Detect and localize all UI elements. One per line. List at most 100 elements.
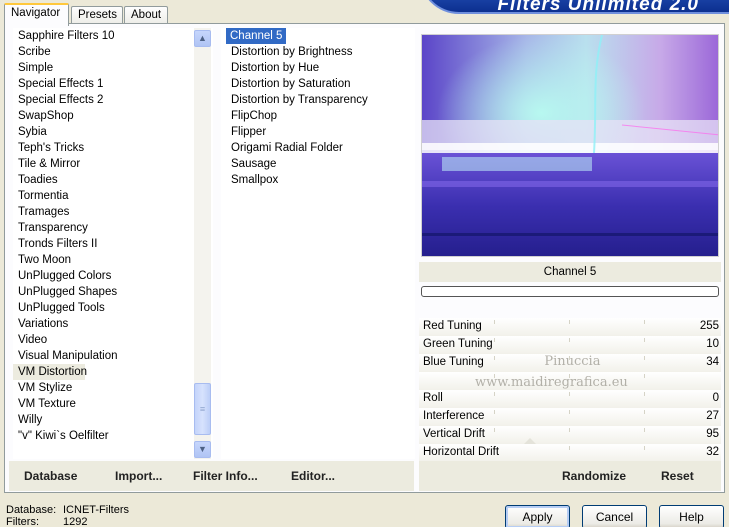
category-scrollbar[interactable]: ▲ ≡ ▼ xyxy=(194,28,211,459)
filter-info-button[interactable]: Filter Info... xyxy=(193,469,258,483)
category-item[interactable]: Sybia xyxy=(13,124,196,140)
slider-label: Blue Tuning xyxy=(423,356,484,368)
slider-label: Vertical Drift xyxy=(423,428,485,440)
filter-item[interactable]: Smallpox xyxy=(221,172,415,188)
filter-list[interactable]: Channel 5 Distortion by Brightness Distort… xyxy=(221,28,415,459)
category-item[interactable]: Special Effects 2 xyxy=(13,92,196,108)
category-item[interactable]: UnPlugged Tools xyxy=(13,300,196,316)
slider-tick xyxy=(569,410,570,414)
parameter-slider[interactable]: Red Tuning 255 xyxy=(419,318,721,336)
apply-button[interactable]: Apply xyxy=(505,505,570,527)
filter-item-label: Distortion by Brightness xyxy=(231,46,353,58)
watermark-line-1: Pinuccia xyxy=(544,354,601,369)
parameter-slider[interactable]: Horizontal Drift 32 xyxy=(419,444,721,462)
category-item[interactable]: Willy xyxy=(13,412,196,428)
filter-item[interactable]: Flipper xyxy=(221,124,415,140)
filter-item[interactable]: FlipChop xyxy=(221,108,415,124)
filter-item-label: Flipper xyxy=(231,126,267,138)
category-item[interactable]: UnPlugged Shapes xyxy=(13,284,196,300)
slider-label: Roll xyxy=(423,392,443,404)
category-item[interactable]: Transparency xyxy=(13,220,196,236)
banner-title: Filters Unlimited 2.0 xyxy=(497,0,699,14)
category-item[interactable]: Tronds Filters II xyxy=(13,236,196,252)
slider-tick xyxy=(644,392,645,396)
database-value: ICNET-Filters xyxy=(63,504,129,516)
slider-value: 255 xyxy=(699,320,719,332)
filter-item-label: Distortion by Transparency xyxy=(231,94,368,106)
slider-label: Green Tuning xyxy=(423,338,493,350)
category-item[interactable]: Two Moon xyxy=(13,252,196,268)
slider-value: 10 xyxy=(706,338,719,350)
slider-tick xyxy=(494,356,495,360)
category-item[interactable]: Tormentia xyxy=(13,188,196,204)
slider-tick xyxy=(644,320,645,324)
category-item[interactable]: Toadies xyxy=(13,172,196,188)
preview-filter-name: Channel 5 xyxy=(419,262,721,282)
slider-tick xyxy=(569,320,570,324)
left-button-bar: Database Import... Filter Info... Editor… xyxy=(9,461,414,491)
category-item[interactable]: VM Stylize xyxy=(13,380,196,396)
randomize-button[interactable]: Randomize xyxy=(562,469,626,483)
filter-item[interactable]: Origami Radial Folder xyxy=(221,140,415,156)
slider-tick xyxy=(494,320,495,324)
scrollbar-thumb[interactable]: ≡ xyxy=(194,383,211,435)
category-item[interactable]: Visual Manipulation xyxy=(13,348,196,364)
filter-item[interactable]: Sausage xyxy=(221,156,415,172)
slider-tick xyxy=(644,356,645,360)
category-item[interactable]: Variations xyxy=(13,316,196,332)
chevron-up-icon[interactable]: ▲ xyxy=(194,30,211,47)
filter-item[interactable]: Distortion by Hue xyxy=(221,60,415,76)
category-item[interactable]: "v" Kiwi`s Oelfilter xyxy=(13,428,196,444)
navigator-panel: Sapphire Filters 10 Scribe Simple Special E… xyxy=(4,23,725,493)
database-button[interactable]: Database xyxy=(24,469,77,483)
parameter-slider[interactable]: Vertical Drift 95 xyxy=(419,426,721,445)
cancel-button[interactable]: Cancel xyxy=(582,505,647,527)
category-item[interactable]: Simple xyxy=(13,60,196,76)
slider-value: 27 xyxy=(706,410,719,422)
grip-icon: ≡ xyxy=(199,404,206,414)
filter-item[interactable]: Distortion by Saturation xyxy=(221,76,415,92)
filters-unlimited-banner: Filters Unlimited 2.0 xyxy=(419,0,729,14)
slider-label: Red Tuning xyxy=(423,320,482,332)
category-item[interactable]: Sapphire Filters 10 xyxy=(13,28,196,44)
slider-value: 95 xyxy=(706,428,719,440)
category-item[interactable]: Tramages xyxy=(13,204,196,220)
filter-item[interactable]: Distortion by Brightness xyxy=(221,44,415,60)
filter-item-label: Distortion by Hue xyxy=(231,62,320,74)
category-item[interactable]: Scribe xyxy=(13,44,196,60)
category-item[interactable]: Tile & Mirror xyxy=(13,156,196,172)
editor-button[interactable]: Editor... xyxy=(291,469,335,483)
slider-tick xyxy=(494,428,495,432)
filter-item-label: Distortion by Saturation xyxy=(231,78,351,90)
filter-item[interactable]: Distortion by Transparency xyxy=(221,92,415,108)
category-item[interactable]: SwapShop xyxy=(13,108,196,124)
slider-tick xyxy=(494,410,495,414)
category-list[interactable]: Sapphire Filters 10 Scribe Simple Special E… xyxy=(13,28,213,459)
preview-image xyxy=(421,34,719,257)
category-item[interactable]: VM Texture xyxy=(13,396,196,412)
slider-tick xyxy=(644,338,645,342)
slider-tick xyxy=(644,428,645,432)
slider-tick xyxy=(569,338,570,342)
slider-tick xyxy=(644,374,645,378)
import-button[interactable]: Import... xyxy=(115,469,162,483)
category-item[interactable]: VM Distortion xyxy=(13,364,87,380)
right-button-bar: Randomize Reset xyxy=(419,461,721,491)
filter-item[interactable]: Channel 5 xyxy=(221,28,415,44)
category-item[interactable]: Special Effects 1 xyxy=(13,76,196,92)
slider-value: 32 xyxy=(706,446,719,458)
filters-count-value: 1292 xyxy=(63,516,88,527)
category-item[interactable]: Video xyxy=(13,332,196,348)
chevron-down-icon[interactable]: ▼ xyxy=(194,441,211,458)
slider-value: 34 xyxy=(706,356,719,368)
parameter-slider[interactable]: Interference 27 xyxy=(419,408,721,426)
reset-button[interactable]: Reset xyxy=(661,469,694,483)
database-label: Database: xyxy=(6,504,57,516)
filter-items: Channel 5 Distortion by Brightness Distort… xyxy=(221,28,415,188)
category-item[interactable]: Teph's Tricks xyxy=(13,140,196,156)
help-button[interactable]: Help xyxy=(659,505,724,527)
category-item[interactable]: UnPlugged Colors xyxy=(13,268,196,284)
filters-count-label: Filters: xyxy=(6,516,39,527)
tab-navigator[interactable]: Navigator xyxy=(4,3,69,26)
progress-bar xyxy=(421,286,719,297)
